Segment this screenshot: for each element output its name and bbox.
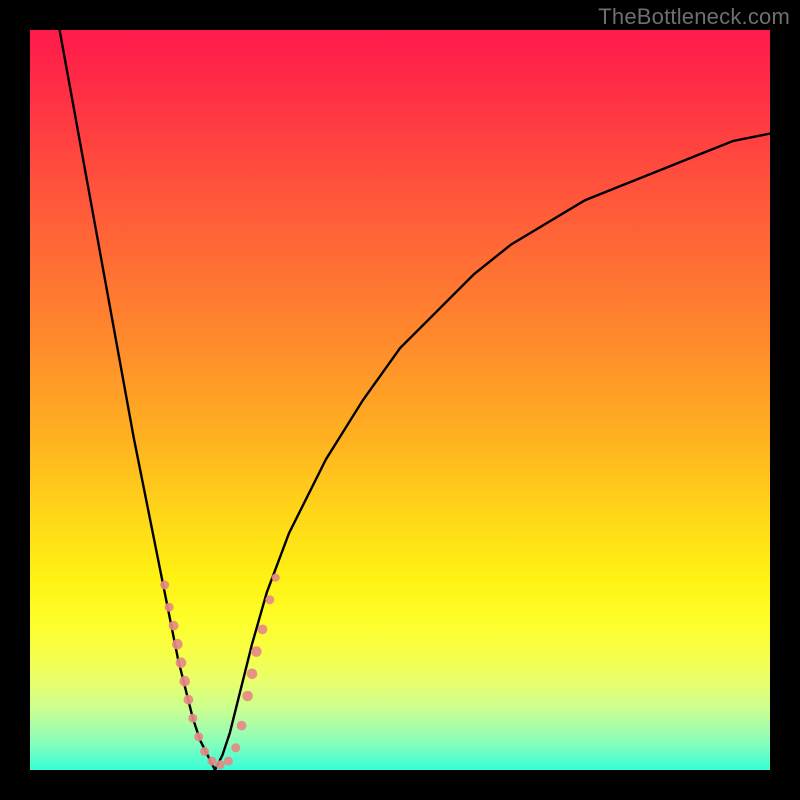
curve-left-branch bbox=[60, 30, 215, 770]
marker-dot bbox=[200, 747, 209, 756]
marker-dot bbox=[247, 669, 258, 680]
marker-dot bbox=[160, 581, 169, 590]
marker-dot bbox=[251, 646, 262, 657]
marker-dot bbox=[208, 757, 217, 766]
marker-dot bbox=[179, 676, 190, 687]
marker-dot bbox=[242, 691, 253, 702]
marker-dot bbox=[176, 657, 187, 668]
curve-right-branch bbox=[215, 134, 770, 770]
marker-dot bbox=[194, 732, 203, 741]
marker-dot bbox=[224, 757, 233, 766]
marker-dot bbox=[216, 760, 225, 769]
watermark-text: TheBottleneck.com bbox=[598, 4, 790, 30]
marker-dot bbox=[169, 621, 179, 631]
marker-group bbox=[160, 574, 280, 770]
plot-area bbox=[30, 30, 770, 770]
marker-dot bbox=[165, 603, 174, 612]
marker-dot bbox=[237, 721, 247, 731]
marker-dot bbox=[184, 695, 194, 705]
marker-dot bbox=[272, 574, 280, 582]
marker-dot bbox=[172, 639, 183, 650]
outer-frame: TheBottleneck.com bbox=[0, 0, 800, 800]
marker-dot bbox=[231, 743, 240, 752]
marker-dot bbox=[265, 595, 274, 604]
marker-dot bbox=[188, 714, 197, 723]
chart-svg bbox=[30, 30, 770, 770]
marker-dot bbox=[258, 625, 268, 635]
